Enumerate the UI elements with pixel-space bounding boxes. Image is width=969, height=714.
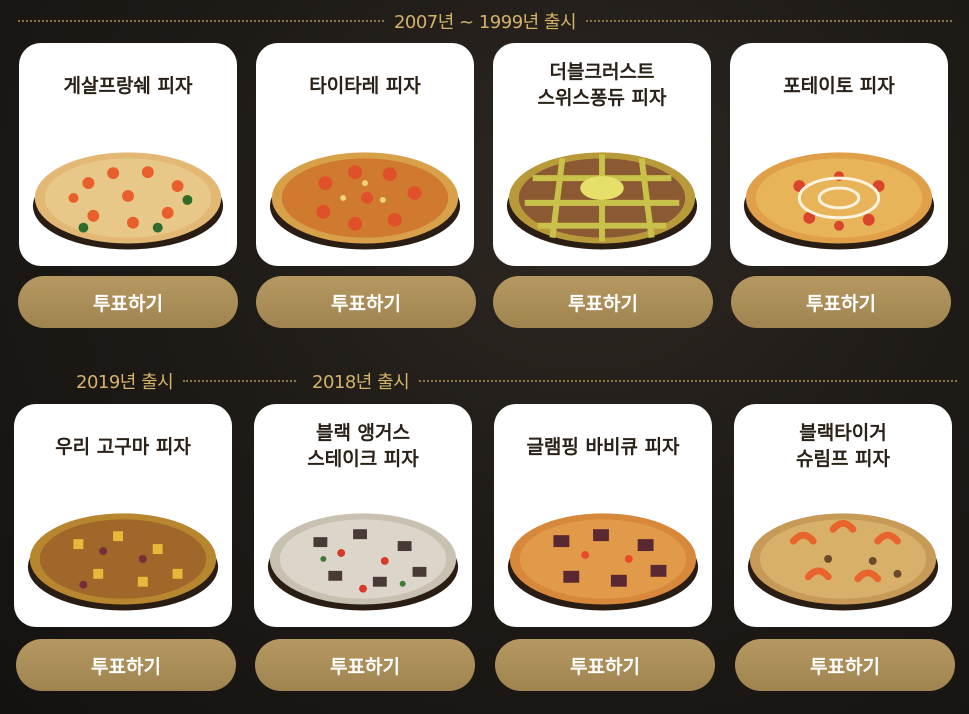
vote-button[interactable]: 투표하기	[495, 639, 715, 691]
pizza-image	[256, 128, 474, 258]
pizza-title: 타이타레 피자	[309, 75, 421, 97]
pizza-card-potato[interactable]: 포테이토 피자	[730, 43, 948, 266]
pizza-image	[494, 489, 712, 619]
pizza-image	[19, 128, 237, 258]
vote-button[interactable]: 투표하기	[493, 276, 713, 328]
pizza-card-sweet-potato[interactable]: 우리 고구마 피자	[14, 404, 232, 627]
pizza-image	[734, 489, 952, 619]
pizza-image	[493, 128, 711, 258]
pizza-title: 포테이토 피자	[783, 75, 895, 97]
pizza-title: 블랙 앵거스 스테이크 피자	[307, 422, 419, 470]
divider-dots	[183, 380, 296, 382]
divider-dots	[18, 20, 384, 22]
vote-button[interactable]: 투표하기	[735, 639, 955, 691]
era-header-1999-2007: 2007년 ~ 1999년 출시	[18, 8, 953, 34]
vote-button[interactable]: 투표하기	[255, 639, 475, 691]
vote-button[interactable]: 투표하기	[731, 276, 951, 328]
era-label: 2007년 ~ 1999년 출시	[393, 12, 577, 33]
pizza-image	[730, 128, 948, 258]
divider-dots	[586, 20, 953, 22]
pizza-card-double-crust-swiss-fondue[interactable]: 더블크러스트 스위스퐁듀 피자	[493, 43, 711, 266]
pizza-title: 우리 고구마 피자	[55, 436, 191, 458]
pizza-title: 더블크러스트 스위스퐁듀 피자	[537, 61, 667, 109]
pizza-title: 게살프랑쉐 피자	[63, 75, 193, 97]
pizza-image	[254, 489, 472, 619]
pizza-card-black-tiger-shrimp[interactable]: 블랙타이거 슈림프 피자	[734, 404, 952, 627]
vote-button[interactable]: 투표하기	[16, 639, 236, 691]
era-label: 2018년 출시	[312, 372, 410, 393]
vote-button[interactable]: 투표하기	[256, 276, 476, 328]
pizza-card-black-angus-steak[interactable]: 블랙 앵거스 스테이크 피자	[254, 404, 472, 627]
pizza-title: 글램핑 바비큐 피자	[526, 436, 680, 458]
pizza-card-glamping-bbq[interactable]: 글램핑 바비큐 피자	[494, 404, 712, 627]
divider-dots	[419, 380, 957, 382]
pizza-image	[14, 489, 232, 619]
era-header-2018: 2018년 출시	[312, 368, 957, 394]
era-label: 2019년 출시	[76, 372, 174, 393]
pizza-card-crab-francais[interactable]: 게살프랑쉐 피자	[19, 43, 237, 266]
pizza-card-thai-tare[interactable]: 타이타레 피자	[256, 43, 474, 266]
vote-button[interactable]: 투표하기	[18, 276, 238, 328]
pizza-title: 블랙타이거 슈림프 피자	[795, 422, 890, 470]
era-header-2019: 2019년 출시	[76, 368, 296, 394]
